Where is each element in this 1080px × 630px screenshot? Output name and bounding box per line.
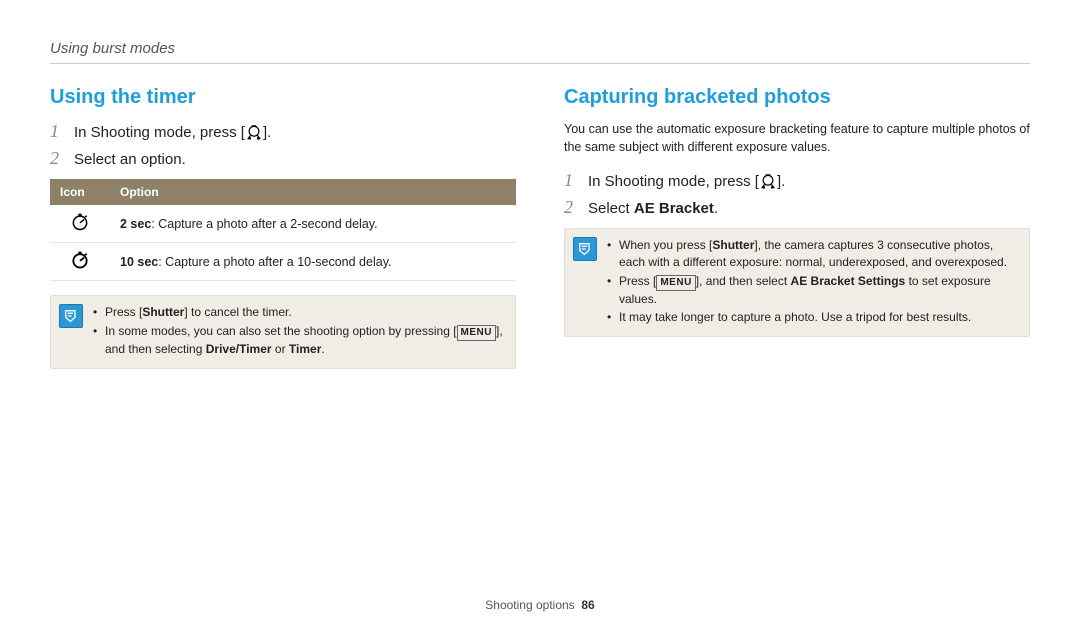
- note-box-bracket: When you press [Shutter], the camera cap…: [564, 228, 1030, 337]
- step-text: In Shooting mode, press [].: [74, 123, 271, 141]
- step-text: Select AE Bracket.: [588, 200, 718, 217]
- drive-mode-icon: [245, 123, 263, 141]
- text-fragment: .: [714, 200, 718, 217]
- note-bullet: When you press [Shutter], the camera cap…: [607, 237, 1019, 271]
- table-row: 10 sec: Capture a photo after a 10-secon…: [50, 243, 516, 281]
- note-icon: [573, 237, 597, 261]
- menu-icon: MENU: [457, 325, 496, 341]
- step-2: 2 Select an option.: [50, 148, 516, 169]
- text-fragment: In Shooting mode, press [: [74, 124, 245, 141]
- note-content: Press [Shutter] to cancel the timer. In …: [93, 304, 505, 360]
- text-bold: AE Bracket: [634, 200, 714, 217]
- timer-2s-icon: [50, 205, 110, 243]
- page-footer: Shooting options 86: [0, 598, 1080, 612]
- text-fragment: Select: [588, 200, 634, 217]
- note-bullet: It may take longer to capture a photo. U…: [607, 309, 1019, 326]
- th-option: Option: [110, 179, 516, 205]
- note-content: When you press [Shutter], the camera cap…: [607, 237, 1019, 328]
- content-columns: Using the timer 1 In Shooting mode, pres…: [50, 86, 1030, 369]
- divider: [50, 63, 1030, 64]
- step-1: 1 In Shooting mode, press [].: [50, 121, 516, 142]
- menu-icon: MENU: [656, 275, 695, 291]
- breadcrumb: Using burst modes: [50, 40, 1030, 57]
- text-fragment: ].: [263, 124, 271, 141]
- right-column: Capturing bracketed photos You can use t…: [564, 86, 1030, 369]
- step-text: Select an option.: [74, 151, 186, 168]
- step-number: 1: [564, 170, 578, 191]
- option-2sec: 2 sec: Capture a photo after a 2-second …: [110, 205, 516, 243]
- note-box-timer: Press [Shutter] to cancel the timer. In …: [50, 295, 516, 369]
- note-bullet: In some modes, you can also set the shoo…: [93, 323, 505, 358]
- step-1: 1 In Shooting mode, press [].: [564, 170, 1030, 191]
- step-number: 1: [50, 121, 64, 142]
- note-icon: [59, 304, 83, 328]
- step-number: 2: [50, 148, 64, 169]
- option-10sec: 10 sec: Capture a photo after a 10-secon…: [110, 243, 516, 281]
- options-table: Icon Option 2 sec: Capture a photo after…: [50, 179, 516, 281]
- heading-bracketed: Capturing bracketed photos: [564, 86, 1030, 109]
- intro-text: You can use the automatic exposure brack…: [564, 121, 1030, 156]
- heading-using-timer: Using the timer: [50, 86, 516, 109]
- note-bullet: Press [Shutter] to cancel the timer.: [93, 304, 505, 321]
- note-bullet: Press [MENU], and then select AE Bracket…: [607, 273, 1019, 308]
- step-text: In Shooting mode, press [].: [588, 172, 785, 190]
- drive-mode-icon: [759, 172, 777, 190]
- left-column: Using the timer 1 In Shooting mode, pres…: [50, 86, 516, 369]
- table-row: 2 sec: Capture a photo after a 2-second …: [50, 205, 516, 243]
- footer-section: Shooting options: [485, 598, 574, 612]
- text-fragment: ].: [777, 173, 785, 190]
- page-number: 86: [581, 598, 594, 612]
- step-number: 2: [564, 197, 578, 218]
- table-header-row: Icon Option: [50, 179, 516, 205]
- th-icon: Icon: [50, 179, 110, 205]
- timer-10s-icon: [50, 243, 110, 281]
- text-fragment: In Shooting mode, press [: [588, 173, 759, 190]
- step-2: 2 Select AE Bracket.: [564, 197, 1030, 218]
